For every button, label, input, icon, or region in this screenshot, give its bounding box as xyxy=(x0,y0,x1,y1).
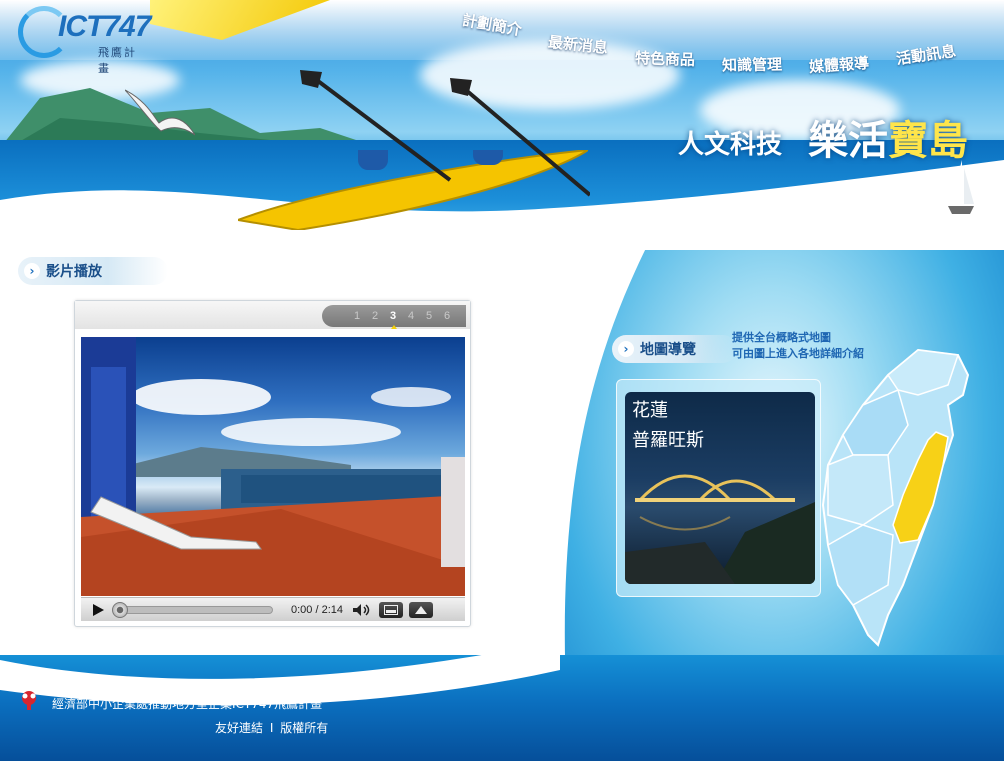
video-page-1[interactable]: 1 xyxy=(348,310,366,322)
volume-icon xyxy=(353,603,370,616)
video-pager: 1 2 3 4 5 6 xyxy=(322,305,466,329)
video-controls: 0:00 / 2:14 xyxy=(81,597,465,621)
footer-org-text: 經濟部中小企業處推動地方型企業ICT747飛鷹計畫 xyxy=(52,697,323,711)
video-section-tab: › 影片播放 xyxy=(18,257,168,285)
chevron-right-icon: › xyxy=(24,263,40,279)
seagull-illustration xyxy=(125,89,195,136)
seek-bar[interactable] xyxy=(112,601,273,618)
video-page-2[interactable]: 2 xyxy=(366,310,384,322)
map-section-title: 地圖導覽 xyxy=(640,342,696,358)
taiwan-map[interactable] xyxy=(808,345,978,650)
map-preview-card[interactable]: 花蓮 普羅旺斯 xyxy=(616,379,821,597)
nav-item-media[interactable]: 媒體報導 xyxy=(808,52,869,77)
nav-item-knowledge[interactable]: 知識管理 xyxy=(722,53,782,75)
eject-icon xyxy=(415,605,427,614)
banner-slogan-part2: 樂活寶島 xyxy=(808,117,968,164)
map-section-tab: › 地圖導覽 xyxy=(612,335,737,363)
player-topbar: 1 2 3 4 5 6 xyxy=(75,301,470,329)
video-section-title: 影片播放 xyxy=(46,264,102,280)
video-frame[interactable] xyxy=(81,337,465,596)
video-still-illustration xyxy=(81,337,465,596)
footer-separator: I xyxy=(269,721,274,735)
video-page-5[interactable]: 5 xyxy=(420,310,438,322)
video-page-4[interactable]: 4 xyxy=(402,310,420,322)
footer-link-copyright[interactable]: 版權所有 xyxy=(280,721,328,735)
site-logo[interactable]: ICT747 飛鷹計畫 xyxy=(18,6,151,75)
play-icon xyxy=(93,603,104,616)
nav-item-featured-products[interactable]: 特色商品 xyxy=(635,47,696,70)
logo-text: ICT747 xyxy=(58,10,151,43)
play-button[interactable] xyxy=(87,601,109,619)
ministry-logo-icon xyxy=(22,691,36,710)
video-page-6[interactable]: 6 xyxy=(438,310,456,322)
map-card-city: 花蓮 xyxy=(632,400,668,421)
seek-handle[interactable] xyxy=(112,601,128,618)
banner-slogan-part1: 人文科技 xyxy=(678,130,783,160)
video-time: 0:00 / 2:14 xyxy=(291,603,343,616)
chevron-right-icon: › xyxy=(618,341,634,357)
screen-mode-icon xyxy=(384,604,398,615)
map-description-line1: 提供全台概略式地圖 xyxy=(732,331,831,344)
screen-mode-button[interactable] xyxy=(379,601,403,618)
map-card-place: 普羅旺斯 xyxy=(632,430,704,451)
footer-links: 友好連結 I 版權所有 xyxy=(215,719,328,736)
video-page-3[interactable]: 3 xyxy=(384,310,402,329)
paddles-illustration xyxy=(300,70,590,197)
sailboat-illustration xyxy=(948,160,974,214)
fullscreen-button[interactable] xyxy=(409,601,433,618)
video-player: 1 2 3 4 5 6 0:00 / 2:14 xyxy=(74,300,471,627)
logo-subtitle: 飛鷹計畫 xyxy=(98,47,137,75)
footer-link-friends[interactable]: 友好連結 xyxy=(215,721,263,735)
volume-button[interactable] xyxy=(351,601,373,619)
map-preview-photo[interactable]: 花蓮 普羅旺斯 xyxy=(625,392,815,584)
